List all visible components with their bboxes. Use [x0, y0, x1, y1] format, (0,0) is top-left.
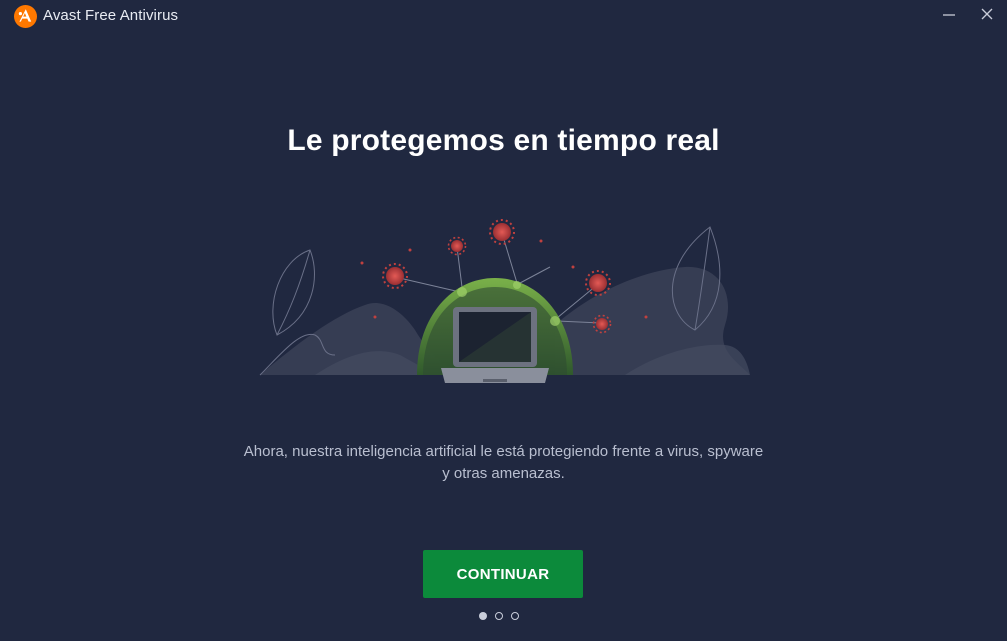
close-button[interactable]: [967, 0, 1007, 32]
avast-logo-icon: [14, 5, 37, 28]
pager-dot-2[interactable]: [495, 612, 503, 620]
page-title: Le protegemos en tiempo real: [287, 124, 720, 157]
pager-dot-3[interactable]: [511, 612, 519, 620]
close-icon: [980, 7, 994, 26]
app-window: Avast Free Antivirus Le protegemos en ti…: [0, 0, 1007, 641]
laptop-shield-virus-illustration: [255, 205, 755, 400]
pager-dot-1[interactable]: [479, 612, 487, 620]
description-text: Ahora, nuestra inteligencia artificial l…: [243, 443, 764, 482]
minimize-button[interactable]: [929, 0, 969, 32]
minimize-icon: [942, 7, 956, 26]
title-bar: Avast Free Antivirus: [0, 0, 1007, 32]
app-title: Avast Free Antivirus: [43, 7, 179, 24]
continue-button[interactable]: CONTINUAR: [423, 550, 583, 598]
pagination-dots: [479, 612, 519, 620]
